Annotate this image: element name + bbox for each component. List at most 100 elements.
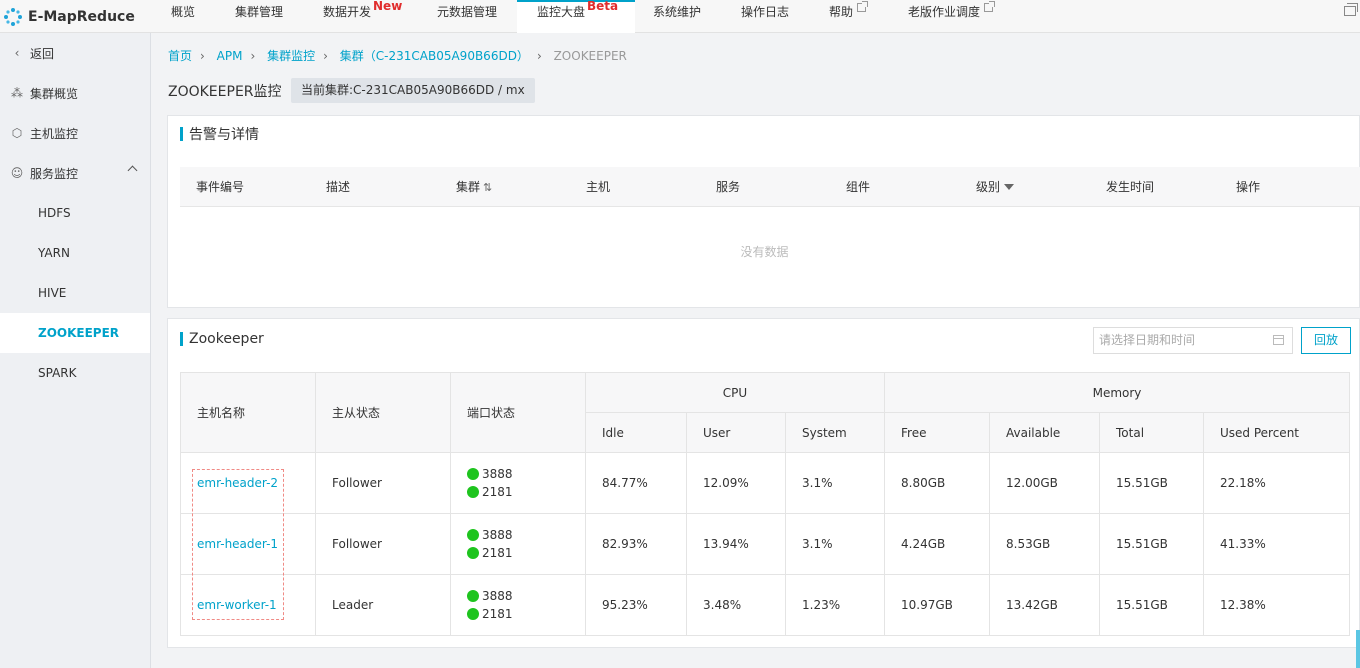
nav-metadata-management[interactable]: 元数据管理 xyxy=(437,0,497,33)
status-ok-icon xyxy=(467,590,479,602)
col-cpu-system: System xyxy=(785,412,885,453)
sidebar-item-hdfs[interactable]: HDFS xyxy=(0,193,150,233)
window-toggle-icon[interactable] xyxy=(1344,3,1358,16)
zookeeper-title: Zookeeper xyxy=(189,331,264,347)
mem-total-cell: 15.51GB xyxy=(1099,574,1204,636)
alerts-table-header: 事件编号 描述 集群 ⇅ 主机 服务 组件 级别 发生时间 操作 xyxy=(180,167,1360,207)
new-badge: New xyxy=(373,0,403,13)
col-cpu-user: User xyxy=(686,412,786,453)
role-cell: Leader xyxy=(315,574,451,636)
chevron-right-icon: › xyxy=(323,49,328,63)
sidebar-item-label: YARN xyxy=(38,246,70,260)
section-accent-bar xyxy=(180,332,183,346)
nav-system-maintenance[interactable]: 系统维护 xyxy=(653,0,701,33)
port-cell: 3888 2181 xyxy=(450,452,586,514)
external-link-icon xyxy=(984,1,996,12)
nav-monitoring-dashboard[interactable]: 监控大盘 Beta xyxy=(517,0,635,33)
col-description: 描述 xyxy=(326,180,351,194)
col-mem-available: Available xyxy=(989,412,1100,453)
mem-used-percent-cell: 22.18% xyxy=(1203,452,1350,514)
status-ok-icon xyxy=(467,468,479,480)
app-logo[interactable]: E-MapReduce xyxy=(0,0,150,33)
main-content: 首页 › APM › 集群监控 › 集群（C-231CAB05A90B66DD） › Z… xyxy=(151,33,1360,668)
sidebar-item-yarn[interactable]: YARN xyxy=(0,233,150,273)
mem-available-cell: 12.00GB xyxy=(989,452,1100,514)
nav-label: 元数据管理 xyxy=(437,5,498,19)
port-cell: 3888 2181 xyxy=(450,513,586,575)
breadcrumb-apm[interactable]: APM xyxy=(217,49,243,63)
col-label: 集群 xyxy=(456,180,481,194)
host-link[interactable]: emr-header-1 xyxy=(197,537,278,551)
alerts-title: 告警与详情 xyxy=(189,127,259,143)
calendar-icon xyxy=(1273,335,1284,345)
sidebar-item-label: HDFS xyxy=(38,206,71,220)
nav-label: 系统维护 xyxy=(653,5,702,19)
current-cluster-tag: 当前集群:C-231CAB05A90B66DD / mx xyxy=(291,78,535,103)
col-component: 组件 xyxy=(846,180,871,194)
sidebar-item-spark[interactable]: SPARK xyxy=(0,353,150,393)
nav-label: 操作日志 xyxy=(741,5,790,19)
host-link[interactable]: emr-worker-1 xyxy=(197,598,277,612)
sidebar-back[interactable]: ‹ 返回 xyxy=(0,33,150,73)
mem-free-cell: 10.97GB xyxy=(884,574,990,636)
mem-free-cell: 4.24GB xyxy=(884,513,990,575)
filter-icon[interactable] xyxy=(1004,184,1015,190)
port-status: 3888 xyxy=(467,587,569,605)
beta-badge: Beta xyxy=(587,0,619,13)
col-memory-group: Memory xyxy=(884,372,1350,413)
role-cell: Follower xyxy=(315,513,451,575)
mem-available-cell: 8.53GB xyxy=(989,513,1100,575)
nav-legacy-job-scheduling[interactable]: 老版作业调度 xyxy=(908,0,996,33)
cpu-idle-cell: 84.77% xyxy=(585,452,687,514)
col-level[interactable]: 级别 xyxy=(976,167,1015,207)
sidebar-item-label: SPARK xyxy=(38,366,77,380)
nav-overview[interactable]: 概览 xyxy=(171,0,195,33)
col-cluster[interactable]: 集群 ⇅ xyxy=(456,167,492,207)
emr-logo-icon xyxy=(4,7,22,26)
page-title: ZOOKEEPER监控 xyxy=(168,84,282,100)
sidebar-item-label: ZOOKEEPER xyxy=(38,326,120,340)
sidebar-item-hive[interactable]: HIVE xyxy=(0,273,150,313)
cpu-idle-cell: 95.23% xyxy=(585,574,687,636)
datetime-picker-input[interactable]: 请选择日期和时间 xyxy=(1093,327,1293,354)
port-status: 2181 xyxy=(467,544,569,562)
sidebar-item-label: 返回 xyxy=(30,46,55,61)
nav-label: 帮助 xyxy=(829,5,854,19)
sidebar: ‹ 返回 ⁂ 集群概览 ⬡ 主机监控 ☺ 服务监控 HDFS YARN HIVE… xyxy=(0,33,151,668)
nav-cluster-management[interactable]: 集群管理 xyxy=(235,0,283,33)
host-link[interactable]: emr-header-2 xyxy=(197,476,278,490)
sidebar-item-label: 服务监控 xyxy=(30,166,79,181)
mem-used-percent-cell: 12.38% xyxy=(1203,574,1350,636)
zookeeper-panel-header: Zookeeper xyxy=(168,321,264,357)
sidebar-item-cluster-overview[interactable]: ⁂ 集群概览 xyxy=(0,73,150,113)
sort-icon[interactable]: ⇅ xyxy=(483,181,492,194)
nav-data-development[interactable]: 数据开发 New xyxy=(323,0,402,33)
nav-label: 概览 xyxy=(171,5,196,19)
sidebar-item-host-monitoring[interactable]: ⬡ 主机监控 xyxy=(0,113,150,153)
zookeeper-table: 主机名称 主从状态 端口状态 CPU Memory Idle User Syst… xyxy=(180,372,1350,636)
port-status: 2181 xyxy=(467,605,569,623)
breadcrumb-cluster[interactable]: 集群（C-231CAB05A90B66DD） xyxy=(340,49,529,63)
mem-free-cell: 8.80GB xyxy=(884,452,990,514)
cpu-system-cell: 3.1% xyxy=(785,452,885,514)
scrollbar-thumb[interactable] xyxy=(1356,630,1360,668)
table-row: emr-worker-1 Leader 3888 2181 95.23% 3.4… xyxy=(180,574,1350,636)
mem-available-cell: 13.42GB xyxy=(989,574,1100,636)
status-ok-icon xyxy=(467,529,479,541)
breadcrumb-home[interactable]: 首页 xyxy=(168,49,192,63)
port-number: 3888 xyxy=(482,589,513,603)
chevron-right-icon: › xyxy=(200,49,205,63)
col-time: 发生时间 xyxy=(1106,180,1155,194)
nav-help[interactable]: 帮助 xyxy=(829,0,869,33)
playback-button[interactable]: 回放 xyxy=(1301,327,1351,354)
breadcrumb-cluster-monitoring[interactable]: 集群监控 xyxy=(267,49,315,63)
col-host: 主机 xyxy=(586,180,611,194)
col-cpu-group: CPU xyxy=(585,372,885,413)
nav-label: 数据开发 xyxy=(323,5,372,19)
sidebar-item-service-monitoring[interactable]: ☺ 服务监控 xyxy=(0,153,150,193)
nav-operation-log[interactable]: 操作日志 xyxy=(741,0,789,33)
col-label: 级别 xyxy=(976,180,1001,194)
sidebar-item-label: 主机监控 xyxy=(30,126,79,141)
zookeeper-panel: Zookeeper 请选择日期和时间 回放 主机名称 主从状态 端口状态 CPU… xyxy=(167,318,1360,648)
sidebar-item-zookeeper[interactable]: ZOOKEEPER xyxy=(0,313,150,353)
